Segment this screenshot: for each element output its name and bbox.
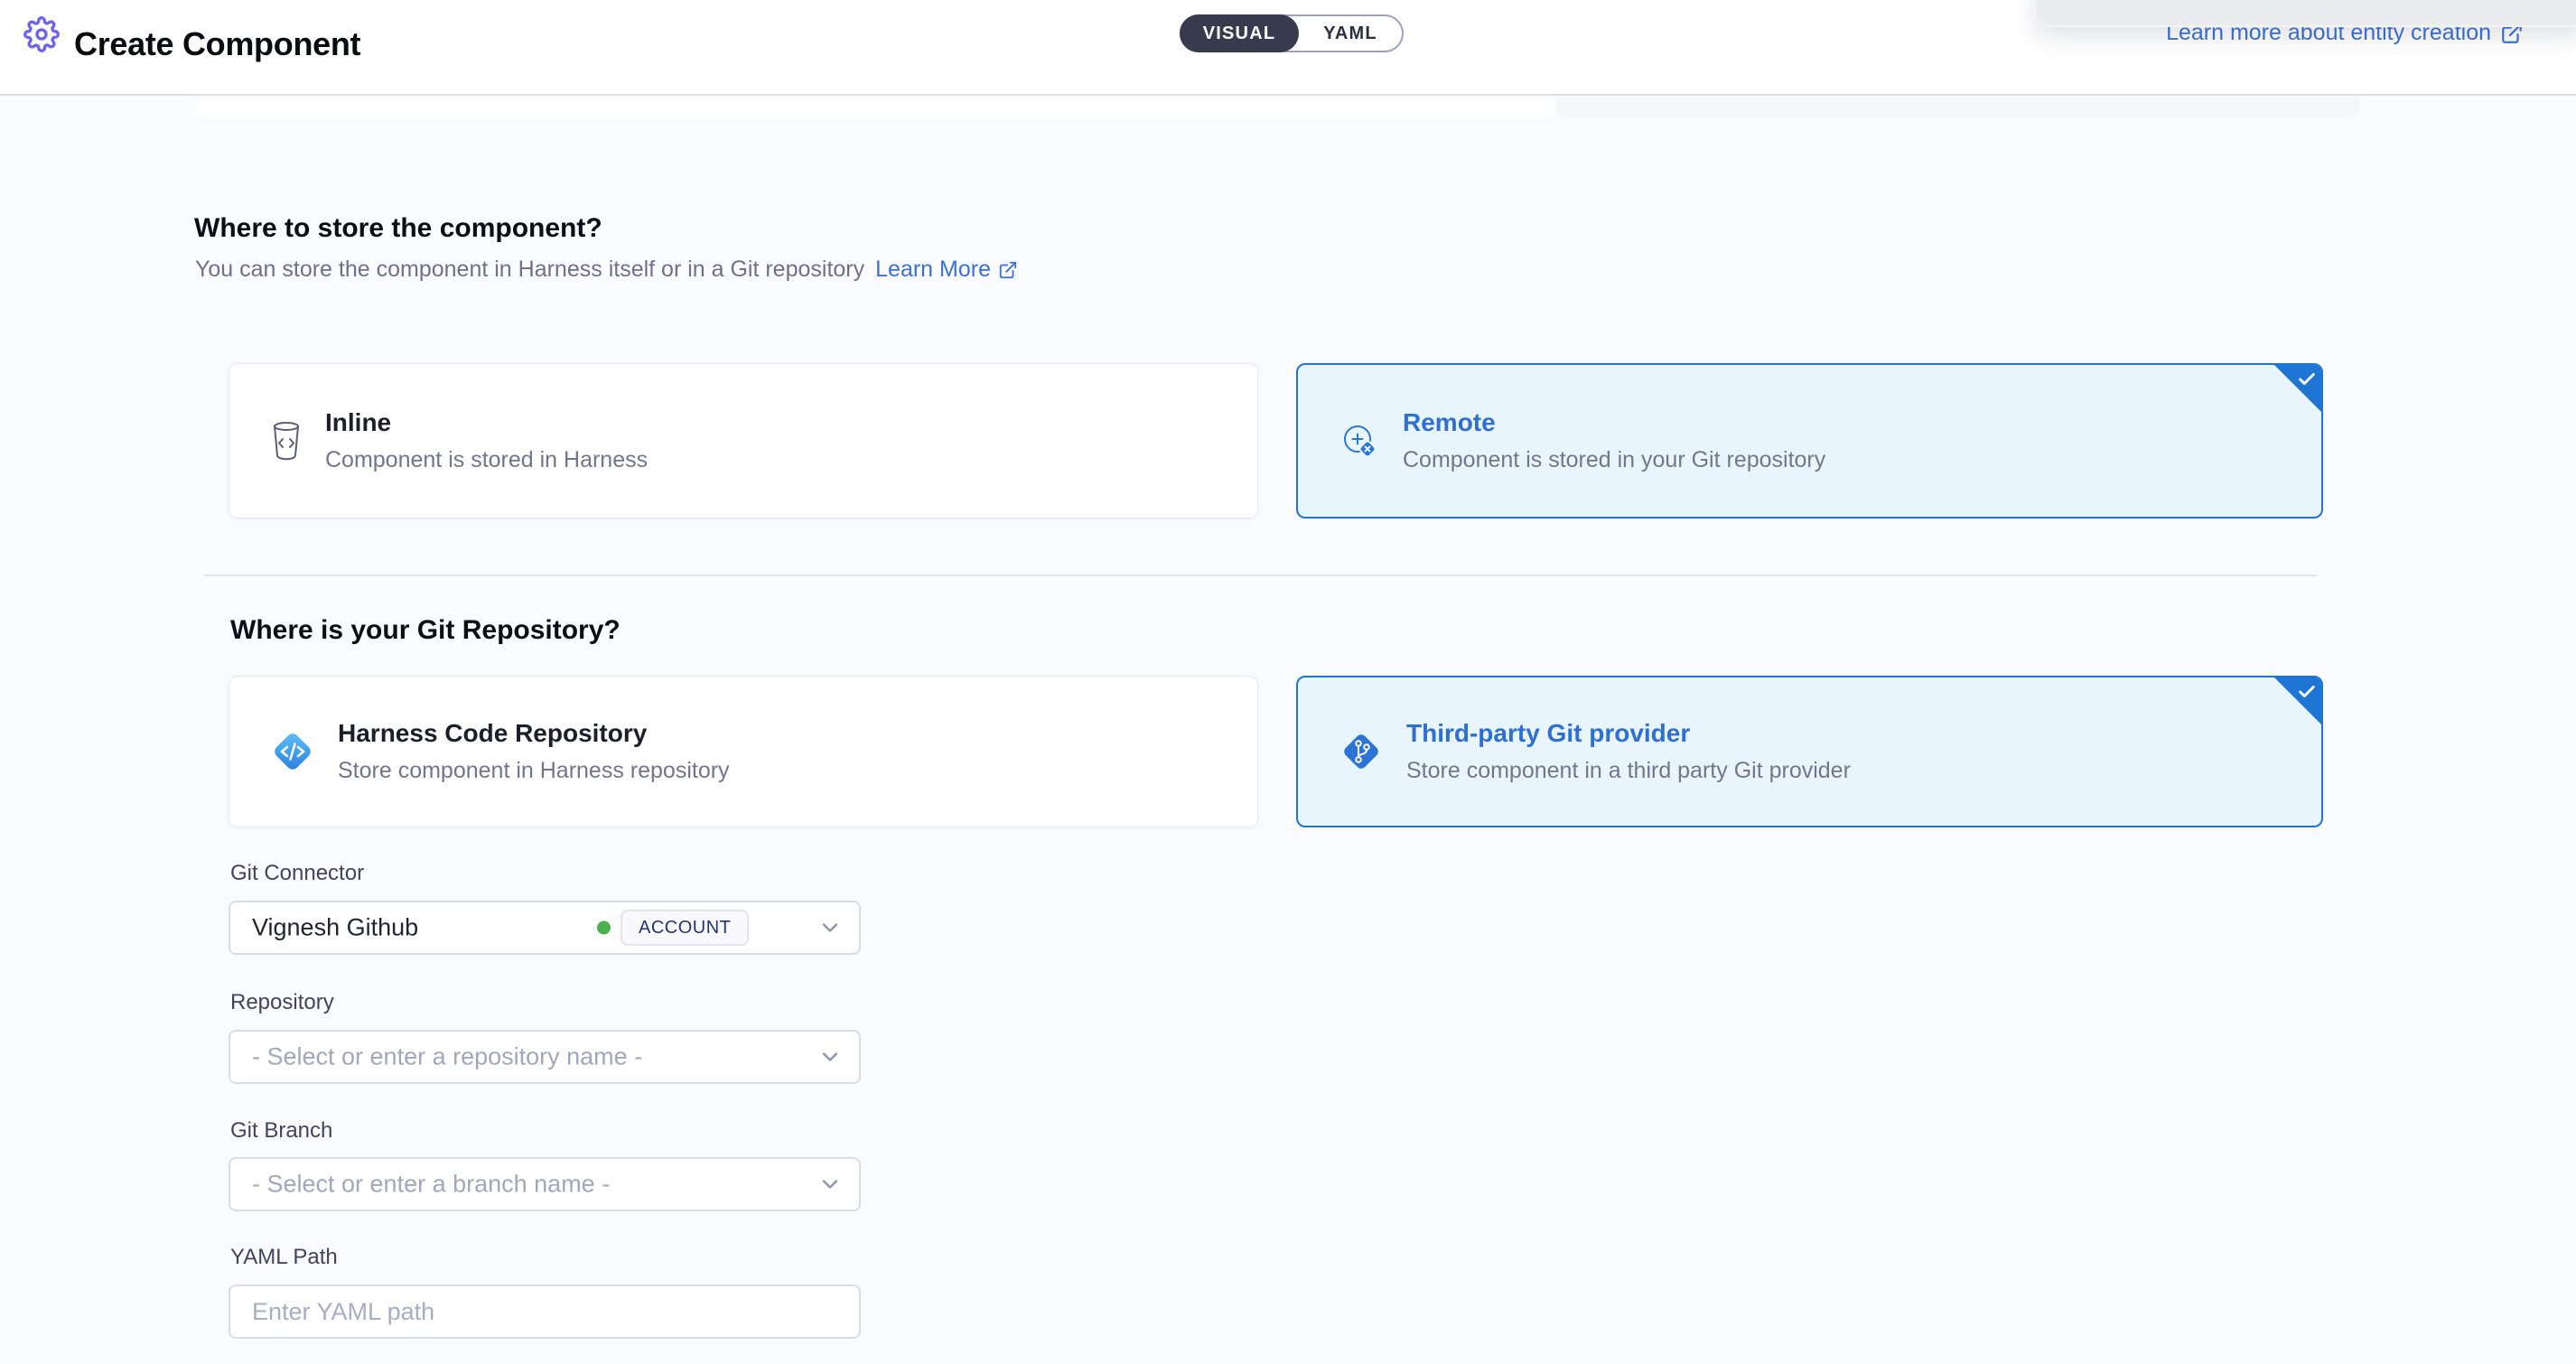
git-connector-value: Vignesh Github xyxy=(252,914,418,942)
section-heading-store: Where to store the component? xyxy=(194,213,602,244)
git-branch-select[interactable]: - Select or enter a branch name - xyxy=(229,1157,861,1211)
yaml-path-label: YAML Path xyxy=(230,1245,338,1270)
code-diamond-icon xyxy=(271,730,314,773)
git-connector-label: Git Connector xyxy=(230,861,364,886)
visual-yaml-toggle: VISUAL YAML xyxy=(1180,14,1404,52)
option-card-inline[interactable]: Inline Component is stored in Harness xyxy=(229,363,1258,519)
option-card-harness-code[interactable]: Harness Code Repository Store component … xyxy=(229,676,1258,827)
option-subtitle: Store component in a third party Git pro… xyxy=(1406,758,1851,784)
section-heading-repo: Where is your Git Repository? xyxy=(230,615,621,646)
learn-more-link[interactable]: Learn More xyxy=(875,257,1018,283)
connectivity-status-dot xyxy=(597,921,611,935)
git-branch-placeholder: - Select or enter a branch name - xyxy=(252,1171,610,1199)
git-branch-label: Git Branch xyxy=(230,1118,332,1144)
option-title: Inline xyxy=(325,408,648,437)
panel-bottom-right xyxy=(1556,98,2360,119)
chevron-down-icon xyxy=(817,915,843,940)
selected-check-icon xyxy=(2297,682,2317,702)
tab-yaml[interactable]: YAML xyxy=(1299,16,1402,51)
external-link-icon xyxy=(998,260,1018,280)
repository-placeholder: - Select or enter a repository name - xyxy=(252,1043,642,1071)
repository-label: Repository xyxy=(230,990,334,1015)
popover-cutoff xyxy=(2034,0,2576,27)
section-divider xyxy=(204,575,2317,576)
option-subtitle: Component is stored in Harness xyxy=(325,447,648,473)
git-remote-icon xyxy=(1339,421,1379,461)
repository-select[interactable]: - Select or enter a repository name - xyxy=(229,1030,861,1084)
git-connector-select[interactable]: Vignesh Github ACCOUNT xyxy=(229,901,861,955)
chevron-down-icon xyxy=(817,1044,843,1070)
tab-visual[interactable]: VISUAL xyxy=(1180,14,1299,52)
gear-icon xyxy=(23,16,60,52)
scope-badge: ACCOUNT xyxy=(621,910,749,946)
option-title: Harness Code Repository xyxy=(338,719,730,748)
chevron-down-icon xyxy=(817,1172,843,1197)
option-subtitle: Store component in Harness repository xyxy=(338,758,730,784)
option-title: Remote xyxy=(1403,408,1825,437)
store-description-text: You can store the component in Harness i… xyxy=(195,257,864,283)
option-card-third-party[interactable]: Third-party Git provider Store component… xyxy=(1296,676,2323,827)
panel-bottom-left xyxy=(194,98,1556,119)
option-subtitle: Component is stored in your Git reposito… xyxy=(1403,447,1825,473)
git-branch-diamond-icon xyxy=(1339,730,1383,773)
option-title: Third-party Git provider xyxy=(1406,719,1851,748)
yaml-path-input[interactable] xyxy=(230,1286,859,1337)
yaml-path-field xyxy=(229,1285,861,1339)
option-card-remote[interactable]: Remote Component is stored in your Git r… xyxy=(1296,363,2323,519)
selected-check-icon xyxy=(2297,369,2317,389)
store-section-description: You can store the component in Harness i… xyxy=(195,257,1018,283)
database-icon xyxy=(271,420,302,462)
page-title: Create Component xyxy=(74,25,360,63)
